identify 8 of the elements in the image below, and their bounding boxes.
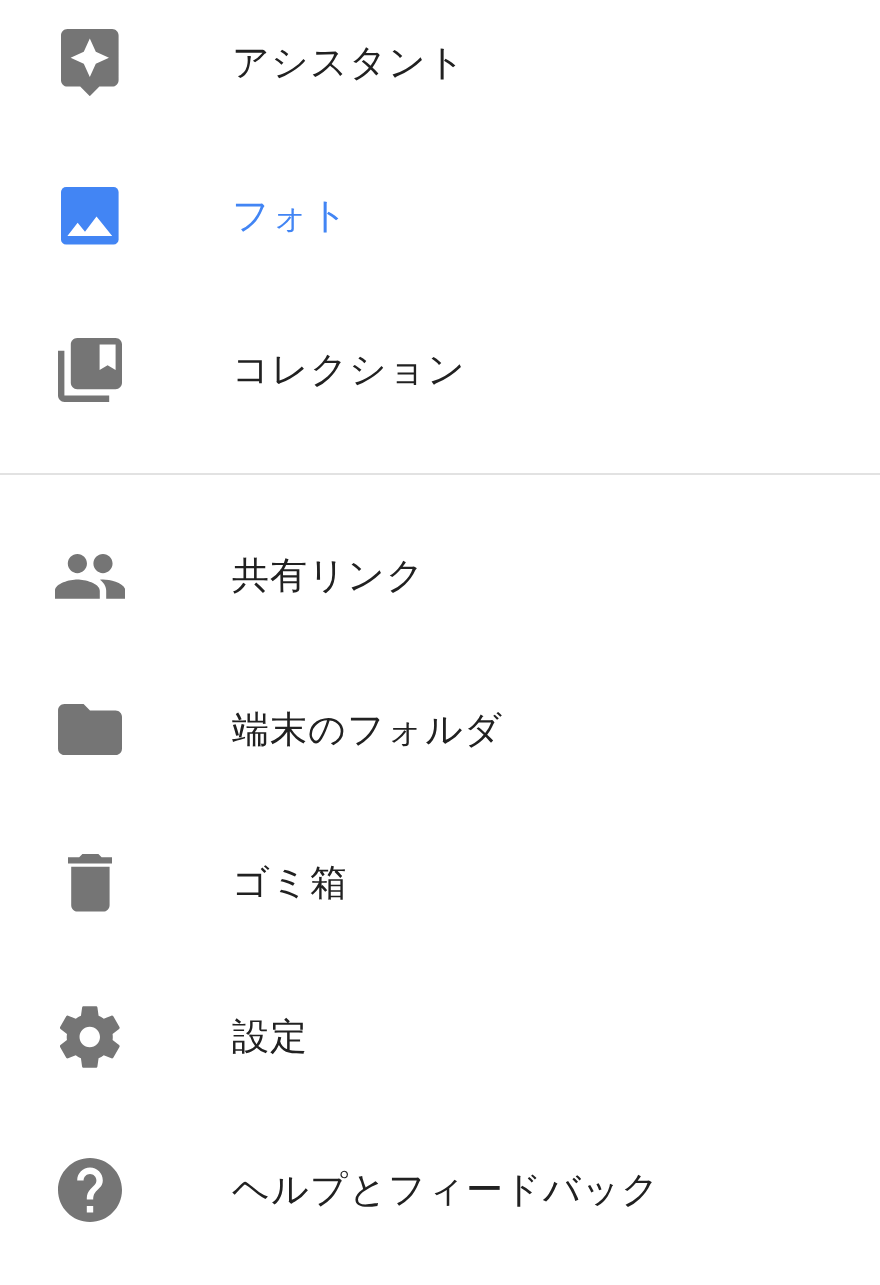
people-icon bbox=[54, 553, 126, 599]
sparkle-speech-bubble-icon bbox=[61, 29, 119, 97]
bookmark-stack-icon bbox=[58, 337, 122, 402]
image-icon bbox=[61, 187, 119, 246]
trash-icon bbox=[67, 854, 113, 913]
settings-icon bbox=[60, 1004, 120, 1069]
help-icon bbox=[58, 1158, 122, 1223]
folder-icon bbox=[58, 704, 122, 756]
